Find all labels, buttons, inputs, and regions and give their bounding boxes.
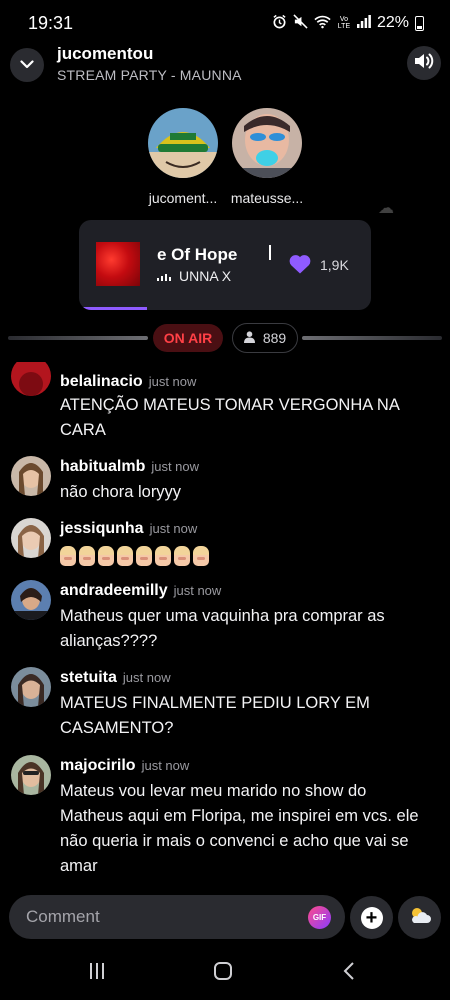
- chat-text: ATENÇÃO MATEUS TOMAR VERGONHA NA CARA: [60, 396, 399, 439]
- chat-timestamp: just now: [173, 583, 222, 598]
- battery-icon: [415, 15, 424, 31]
- collapse-button[interactable]: [10, 48, 44, 82]
- status-bar: 19:31 Vo LTE 22%: [0, 0, 450, 44]
- person-icon: [243, 330, 255, 346]
- gif-button[interactable]: GIF: [308, 906, 331, 929]
- chat-username-text: habitualmb: [60, 458, 146, 475]
- track-artist: UNNA X: [179, 268, 232, 284]
- network-label: Vo LTE: [337, 16, 351, 30]
- recent-apps-button[interactable]: [77, 959, 117, 987]
- marquee-cursor: [269, 245, 271, 260]
- chat-list[interactable]: belalinacio just now ATENÇÃO MATEUS TOMAR…: [0, 362, 450, 890]
- chat-timestamp: just now: [122, 670, 171, 685]
- like-button[interactable]: 1,9K: [288, 253, 349, 277]
- track-title: e Of Hope: [157, 245, 238, 264]
- crying-emoji-icon: [117, 546, 133, 566]
- back-button[interactable]: [329, 959, 369, 987]
- page-subtitle: STREAM PARTY - MAUNNA: [57, 67, 242, 83]
- status-icons: Vo LTE 22%: [272, 14, 424, 32]
- comment-box[interactable]: GIF: [9, 895, 345, 939]
- viewer-count-badge[interactable]: 889: [232, 323, 298, 353]
- playback-progress: [79, 307, 147, 310]
- track-artist-row: UNNA X: [157, 268, 231, 284]
- chat-emoji-row: [60, 546, 432, 566]
- avatar: [11, 667, 51, 707]
- crying-emoji-icon: [79, 546, 95, 566]
- chat-username: jessiqunha just now: [60, 520, 197, 538]
- chat-username: habitualmb just now: [60, 458, 199, 476]
- chat-text: Matheus quer uma vaquinha pra comprar as…: [60, 607, 385, 650]
- alarm-icon: [272, 14, 287, 32]
- avatar: [11, 362, 51, 396]
- chat-username: majocirilo just now: [60, 757, 189, 775]
- equalizer-icon: [157, 272, 171, 281]
- chat-text: Mateus vou levar meu marido no show do M…: [60, 782, 419, 875]
- avatar: [11, 518, 51, 558]
- crying-emoji-icon: [155, 546, 171, 566]
- now-playing-card[interactable]: e Of Hope UNNA X 1,9K: [79, 220, 371, 310]
- wifi-icon: [314, 15, 331, 32]
- divider-right: [302, 336, 442, 340]
- mute-icon: [293, 14, 308, 32]
- avatar: [148, 108, 218, 178]
- chat-username: belalinacio just now: [60, 373, 196, 391]
- system-nav-bar: [0, 945, 450, 1000]
- avatar: [11, 456, 51, 496]
- home-button[interactable]: [203, 959, 243, 987]
- plus-icon: +: [360, 906, 383, 929]
- crying-emoji-icon: [174, 546, 190, 566]
- chat-text: não chora loryyy: [60, 483, 182, 501]
- back-icon: [343, 961, 355, 985]
- status-time: 19:31: [28, 13, 74, 33]
- participant-name: mateusse...: [230, 190, 304, 206]
- chat-username: stetuita just now: [60, 669, 171, 687]
- battery-percent: 22%: [376, 14, 409, 31]
- chat-username: andradeemilly just now: [60, 582, 221, 600]
- chat-text: MATEUS FINALMENTE PEDIU LORY EM CASAMENT…: [60, 694, 370, 737]
- speaker-icon: [414, 52, 434, 75]
- viewer-count: 889: [262, 330, 287, 346]
- divider-left: [8, 336, 148, 340]
- cloud-icon: ☁: [378, 200, 394, 217]
- chat-timestamp: just now: [151, 459, 200, 474]
- comment-input[interactable]: [9, 895, 299, 939]
- chat-username-text: belalinacio: [60, 373, 143, 390]
- chat-username-text: andradeemilly: [60, 582, 168, 599]
- chevron-down-icon: [20, 56, 34, 74]
- chat-timestamp: just now: [141, 758, 190, 773]
- home-icon: [213, 961, 233, 986]
- avatar: [11, 755, 51, 795]
- chat-timestamp: just now: [148, 374, 197, 389]
- crying-emoji-icon: [60, 546, 76, 566]
- avatar: [11, 580, 51, 620]
- sound-button[interactable]: [407, 46, 441, 80]
- chat-username-text: majocirilo: [60, 757, 136, 774]
- chat-timestamp: just now: [149, 521, 198, 536]
- like-count: 1,9K: [320, 257, 349, 273]
- signal-icon: [356, 15, 371, 31]
- crying-emoji-icon: [98, 546, 114, 566]
- heart-icon: [288, 253, 312, 277]
- participant-guest[interactable]: mateusse...: [212, 108, 322, 206]
- crying-emoji-icon: [136, 546, 152, 566]
- sun-cloud-icon: [408, 905, 432, 930]
- recent-apps-icon: [88, 962, 106, 985]
- crying-emoji-icon: [193, 546, 209, 566]
- album-art: [96, 242, 140, 286]
- chat-username-text: jessiqunha: [60, 520, 144, 537]
- add-button[interactable]: +: [350, 896, 393, 939]
- page-title: jucomentou: [57, 44, 154, 63]
- on-air-badge: ON AIR: [153, 324, 223, 352]
- avatar: [232, 108, 302, 178]
- weather-button[interactable]: [398, 896, 441, 939]
- chat-username-text: stetuita: [60, 669, 117, 686]
